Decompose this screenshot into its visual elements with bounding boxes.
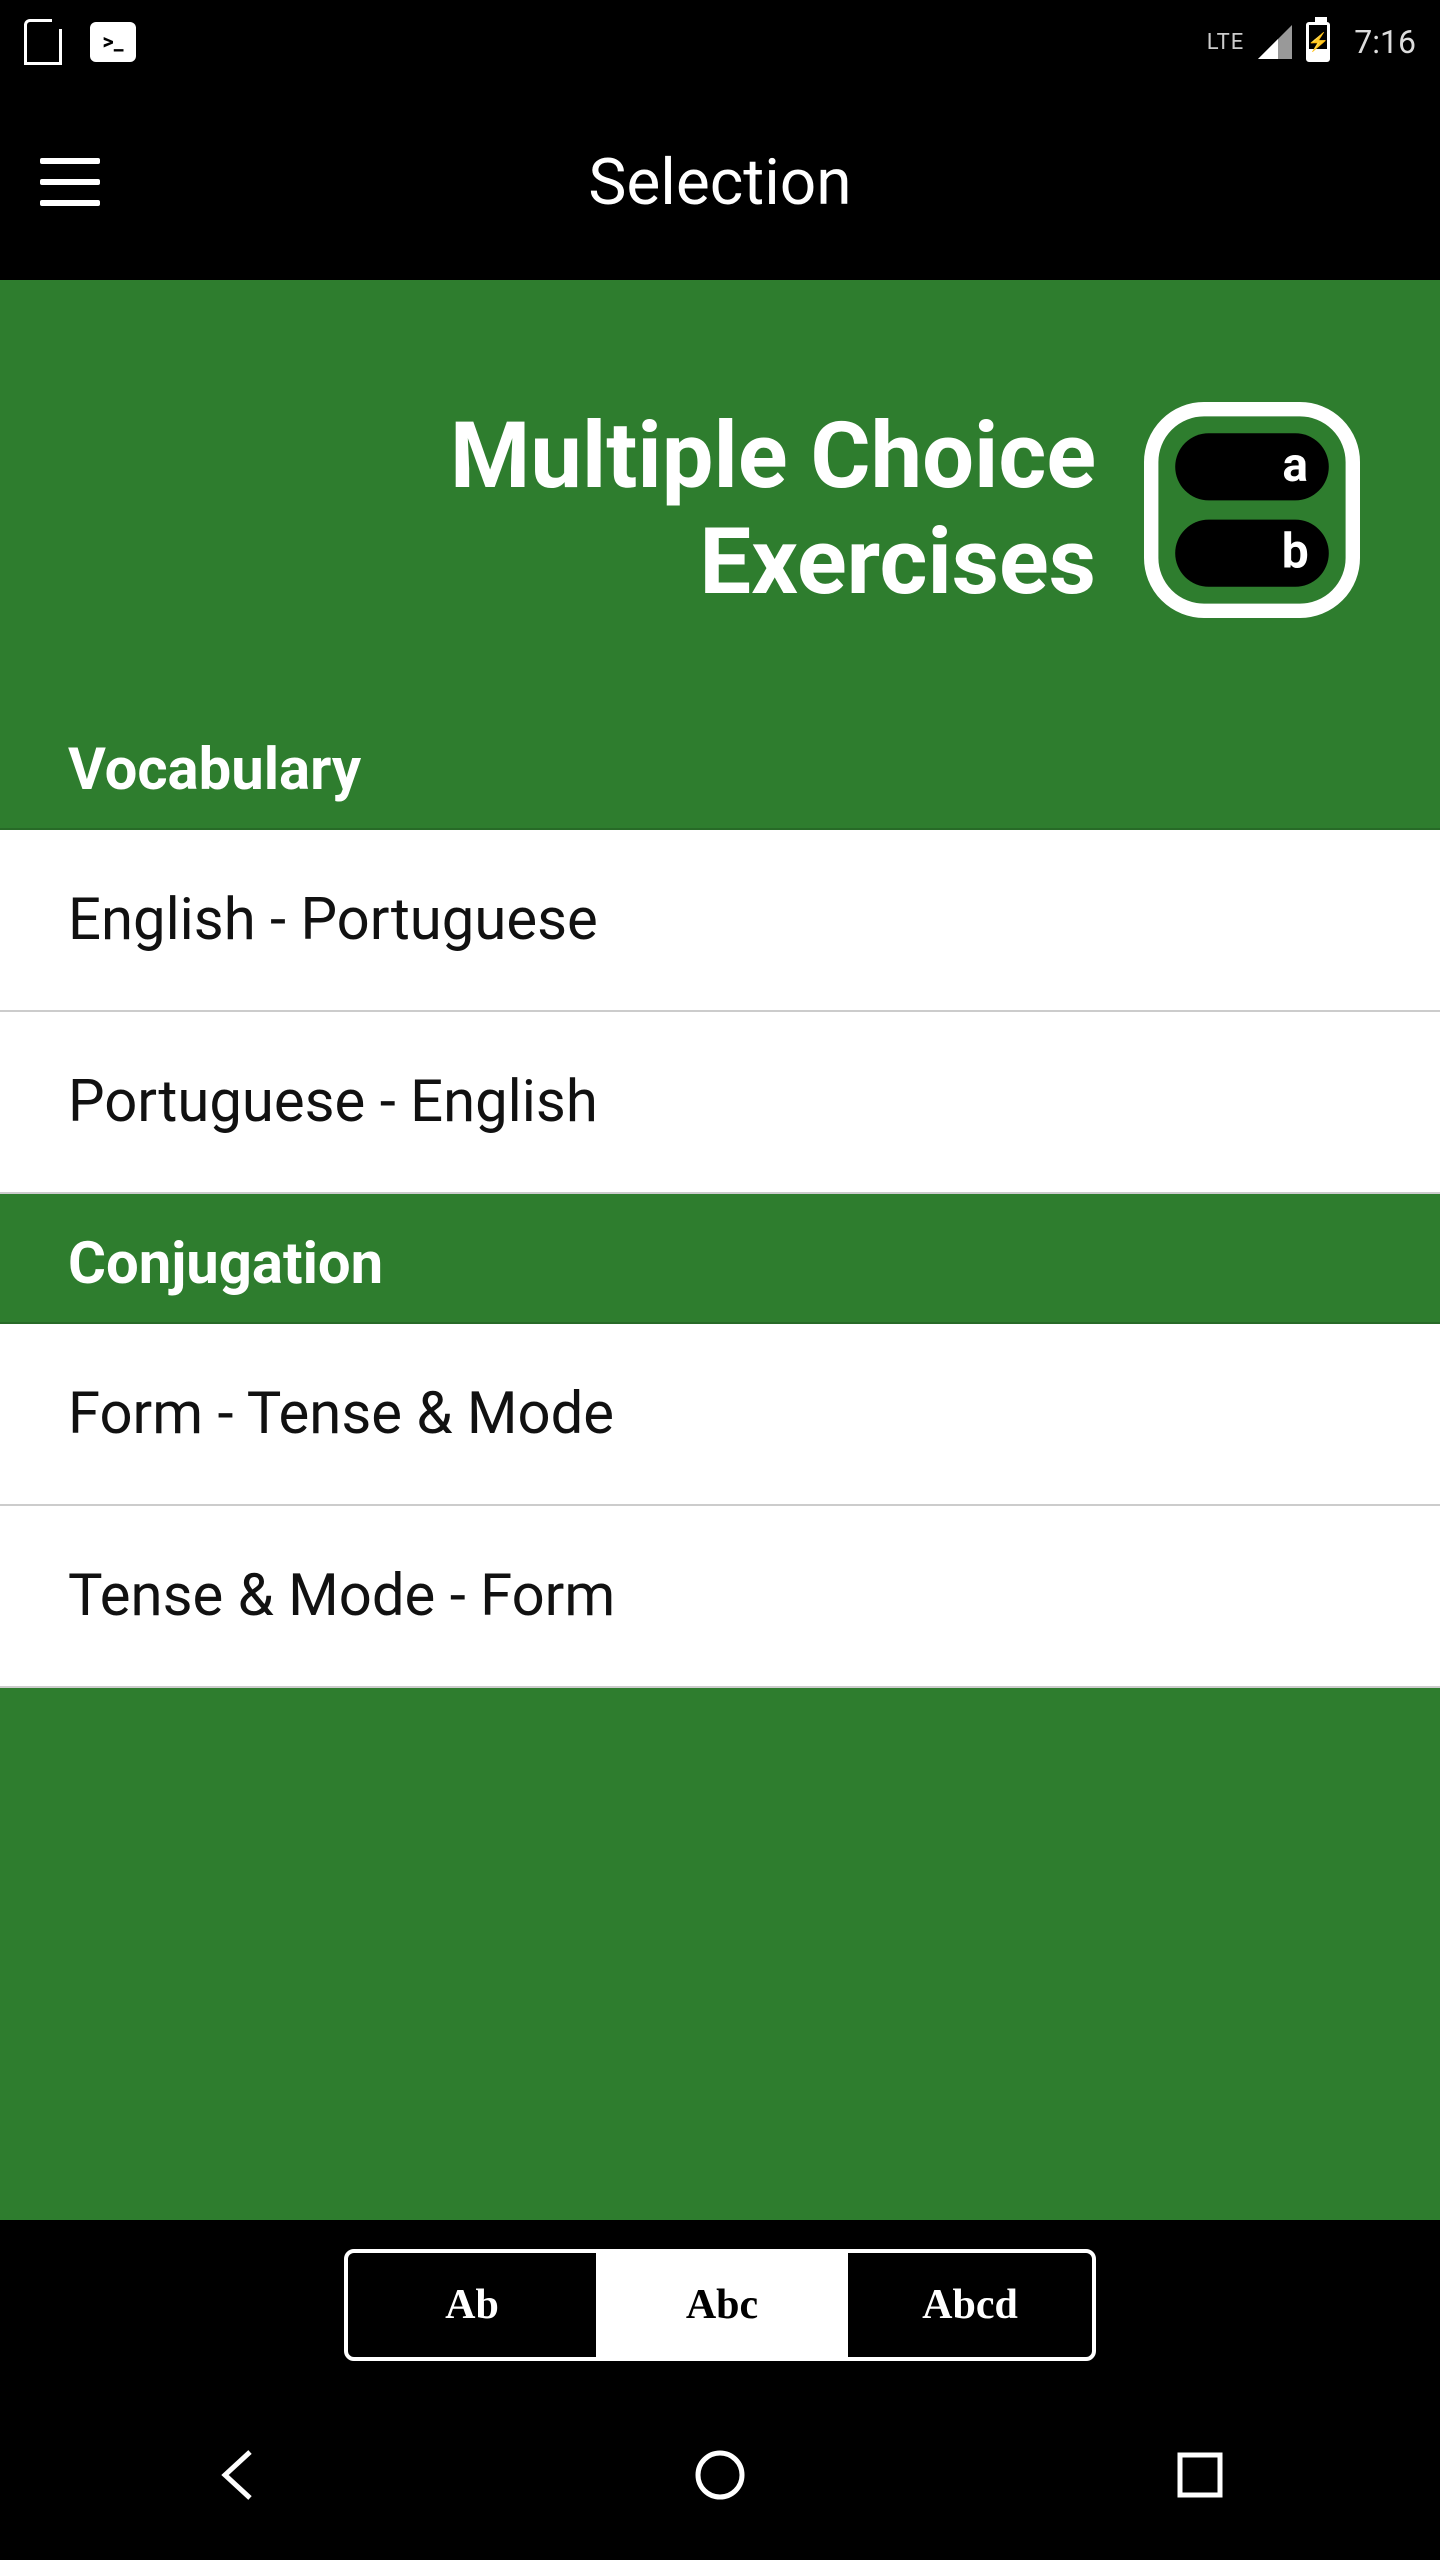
vocabulary-item-pt-en[interactable]: Portuguese - English — [0, 1012, 1440, 1194]
battery-charging-icon: ⚡ — [1306, 22, 1330, 62]
section-header-conjugation: Conjugation — [0, 1194, 1440, 1324]
content-filler — [0, 1688, 1440, 2220]
content-area: Multiple Choice Exercises a b Vocabulary… — [0, 280, 1440, 2220]
segment-ab[interactable]: Ab — [348, 2253, 596, 2357]
answer-count-selector: Ab Abc Abcd — [344, 2249, 1096, 2361]
conjugation-item-form-tense[interactable]: Form - Tense & Mode — [0, 1324, 1440, 1506]
segment-abc[interactable]: Abc — [596, 2253, 844, 2357]
terminal-icon: >_ — [90, 22, 136, 62]
status-left: >_ — [24, 19, 136, 65]
hero: Multiple Choice Exercises a b — [0, 280, 1440, 700]
multiple-choice-icon: a b — [1132, 390, 1372, 630]
signal-icon — [1258, 25, 1292, 59]
bottom-bar: Ab Abc Abcd — [0, 2220, 1440, 2390]
status-right: LTE ⚡ 7:16 — [1207, 22, 1416, 62]
section-header-vocabulary: Vocabulary — [0, 700, 1440, 830]
sd-card-icon — [24, 19, 62, 65]
svg-text:b: b — [1282, 523, 1309, 580]
menu-icon[interactable] — [40, 158, 100, 206]
nav-home-button[interactable] — [660, 2440, 780, 2510]
page-title: Selection — [0, 145, 1440, 220]
conjugation-item-tense-form[interactable]: Tense & Mode - Form — [0, 1506, 1440, 1688]
hero-title: Multiple Choice Exercises — [450, 404, 1096, 616]
network-label: LTE — [1207, 30, 1245, 55]
clock: 7:16 — [1354, 23, 1416, 61]
hero-title-line1: Multiple Choice — [450, 404, 1096, 510]
nav-back-button[interactable] — [180, 2440, 300, 2510]
system-nav-bar — [0, 2390, 1440, 2560]
segment-abcd[interactable]: Abcd — [844, 2253, 1092, 2357]
svg-text:a: a — [1282, 436, 1308, 493]
nav-recent-button[interactable] — [1140, 2440, 1260, 2510]
hero-title-line2: Exercises — [450, 510, 1096, 616]
app-bar: Selection — [0, 84, 1440, 280]
vocabulary-item-en-pt[interactable]: English - Portuguese — [0, 830, 1440, 1012]
status-bar: >_ LTE ⚡ 7:16 — [0, 0, 1440, 84]
